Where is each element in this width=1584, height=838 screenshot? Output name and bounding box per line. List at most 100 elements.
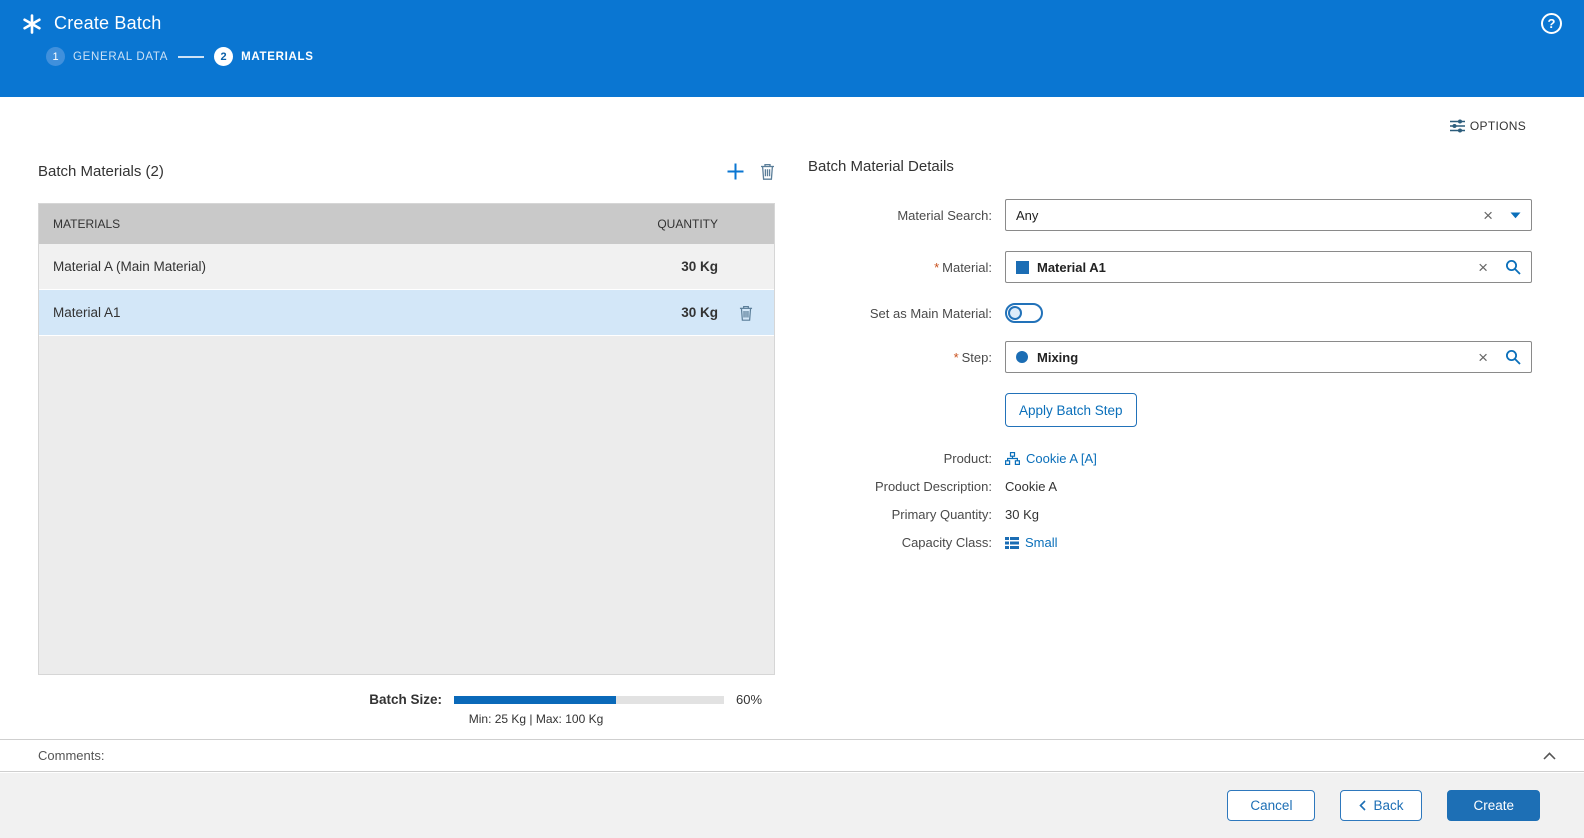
- set-main-material-label: Set as Main Material:: [869, 305, 992, 321]
- back-label: Back: [1373, 798, 1404, 813]
- material-row: * Material: Material A1 ×: [808, 251, 1554, 283]
- comments-section[interactable]: Comments:: [0, 739, 1584, 772]
- delete-material-button[interactable]: [760, 163, 775, 180]
- apply-batch-step-button[interactable]: Apply Batch Step: [1005, 393, 1137, 427]
- options-sliders-icon: [1449, 119, 1465, 133]
- material-square-icon: [1016, 260, 1029, 274]
- add-material-button[interactable]: [726, 162, 745, 181]
- batch-size-percent: 60%: [736, 692, 763, 707]
- material-search-input[interactable]: Any ×: [1005, 199, 1532, 231]
- trash-icon: [761, 163, 774, 180]
- search-icon[interactable]: [1505, 349, 1521, 365]
- capacity-class-value: Small: [1025, 535, 1058, 550]
- chevron-left-icon: [1359, 800, 1367, 811]
- create-button[interactable]: Create: [1447, 790, 1540, 821]
- plus-icon: [727, 163, 744, 179]
- material-search-value: Any: [1016, 207, 1039, 223]
- step-circle-icon: [1016, 351, 1028, 363]
- product-row: Product: Cookie A [A]: [808, 451, 1554, 466]
- step-1-circle: 1: [46, 47, 65, 66]
- batch-size-fill: [454, 695, 616, 704]
- batch-size-row: Batch Size: 60%: [38, 692, 775, 707]
- material-name-cell: Material A1: [53, 305, 121, 320]
- help-icon[interactable]: ?: [1541, 13, 1562, 34]
- clear-icon[interactable]: ×: [1483, 207, 1493, 224]
- app-header: Create Batch ? 1 GENERAL DATA 2 MATERIAL…: [0, 0, 1584, 97]
- quantity-cell: 30 Kg: [681, 305, 718, 320]
- step-input[interactable]: Mixing ×: [1005, 341, 1532, 373]
- back-button[interactable]: Back: [1340, 790, 1423, 821]
- options-label: OPTIONS: [1469, 119, 1526, 133]
- material-search-label: Material Search:: [897, 207, 992, 223]
- material-search-row: Material Search: Any ×: [808, 199, 1554, 231]
- capacity-class-link[interactable]: Small: [1005, 535, 1058, 550]
- capacity-grid-icon: [1005, 536, 1019, 549]
- product-link[interactable]: Cookie A [A]: [1005, 451, 1097, 466]
- batch-material-details-panel: Batch Material Details Material Search: …: [808, 158, 1554, 563]
- batch-materials-panel: Batch Materials (2) MATERIALS QUANTITY M…: [38, 158, 775, 726]
- product-label: Product:: [943, 451, 992, 466]
- details-title: Batch Material Details: [808, 158, 954, 175]
- batch-size-label: Batch Size:: [369, 692, 442, 707]
- capacity-class-label: Capacity Class:: [901, 535, 992, 550]
- primary-quantity-value: 30 Kg: [1005, 507, 1039, 522]
- material-label: * Material:: [934, 259, 992, 275]
- collapse-comments-icon[interactable]: [1543, 751, 1556, 760]
- step-row: * Step: Mixing ×: [808, 341, 1554, 373]
- options-button[interactable]: OPTIONS: [1444, 118, 1532, 134]
- material-value: Material A1: [1037, 259, 1106, 275]
- table-empty-area: [39, 336, 774, 674]
- set-main-material-row: Set as Main Material:: [808, 303, 1554, 323]
- column-header-quantity: QUANTITY: [657, 217, 718, 231]
- cancel-button[interactable]: Cancel: [1227, 790, 1316, 821]
- materials-actions: [726, 162, 775, 181]
- table-header-row: MATERIALS QUANTITY: [39, 204, 774, 244]
- search-icon[interactable]: [1505, 259, 1521, 275]
- primary-quantity-row: Primary Quantity: 30 Kg: [808, 507, 1554, 522]
- material-name-cell: Material A (Main Material): [53, 259, 207, 274]
- clear-icon[interactable]: ×: [1478, 349, 1488, 366]
- batch-materials-header: Batch Materials (2): [38, 158, 775, 184]
- product-description-label: Product Description:: [874, 479, 992, 494]
- step-2-circle: 2: [214, 47, 234, 66]
- step-connector-line: [178, 55, 205, 58]
- table-row[interactable]: Material A (Main Material) 30 Kg: [39, 244, 774, 290]
- batch-materials-title: Batch Materials (2): [38, 162, 164, 180]
- required-marker: *: [953, 349, 959, 365]
- page-title: Create Batch: [54, 13, 162, 33]
- step-value: Mixing: [1037, 349, 1079, 365]
- product-description-row: Product Description: Cookie A: [808, 479, 1554, 494]
- product-hierarchy-icon: [1005, 452, 1020, 465]
- batch-size-range-text: Min: 25 Kg | Max: 100 Kg: [468, 712, 604, 726]
- footer-bar: Cancel Back Create: [0, 773, 1584, 838]
- wizard-steps: 1 GENERAL DATA 2 MATERIALS: [46, 47, 1584, 66]
- material-input[interactable]: Material A1 ×: [1005, 251, 1532, 283]
- comments-label: Comments:: [38, 748, 105, 763]
- create-batch-window: Create Batch ? 1 GENERAL DATA 2 MATERIAL…: [0, 0, 1584, 838]
- asterisk-logo-icon: [22, 13, 42, 34]
- set-main-material-toggle[interactable]: [1005, 303, 1043, 323]
- product-value: Cookie A [A]: [1026, 451, 1097, 466]
- step-label: * Step:: [953, 349, 992, 365]
- row-action-cell: [718, 305, 774, 321]
- step-materials[interactable]: 2 MATERIALS: [214, 47, 314, 66]
- clear-icon[interactable]: ×: [1478, 259, 1488, 276]
- primary-quantity-label: Primary Quantity:: [891, 507, 992, 522]
- help-glyph: ?: [1547, 16, 1556, 31]
- trash-icon: [739, 305, 753, 321]
- required-marker: *: [934, 259, 940, 275]
- delete-row-button[interactable]: [739, 305, 753, 321]
- toggle-knob: [1008, 306, 1022, 320]
- batch-size-progressbar: [454, 695, 724, 704]
- batch-materials-table: MATERIALS QUANTITY Material A (Main Mate…: [38, 203, 775, 675]
- capacity-class-row: Capacity Class: Small: [808, 535, 1554, 550]
- product-description-value: Cookie A: [1005, 479, 1058, 494]
- step-1-label: GENERAL DATA: [73, 50, 169, 63]
- header-title-row: Create Batch ?: [0, 0, 1584, 34]
- table-row-selected[interactable]: Material A1 30 Kg: [39, 290, 774, 336]
- quantity-cell: 30 Kg: [681, 259, 718, 274]
- chevron-down-icon[interactable]: [1510, 212, 1521, 219]
- step-general-data[interactable]: 1 GENERAL DATA: [46, 47, 168, 66]
- step-2-label: MATERIALS: [241, 50, 314, 63]
- apply-batch-step-row: Apply Batch Step: [808, 393, 1554, 427]
